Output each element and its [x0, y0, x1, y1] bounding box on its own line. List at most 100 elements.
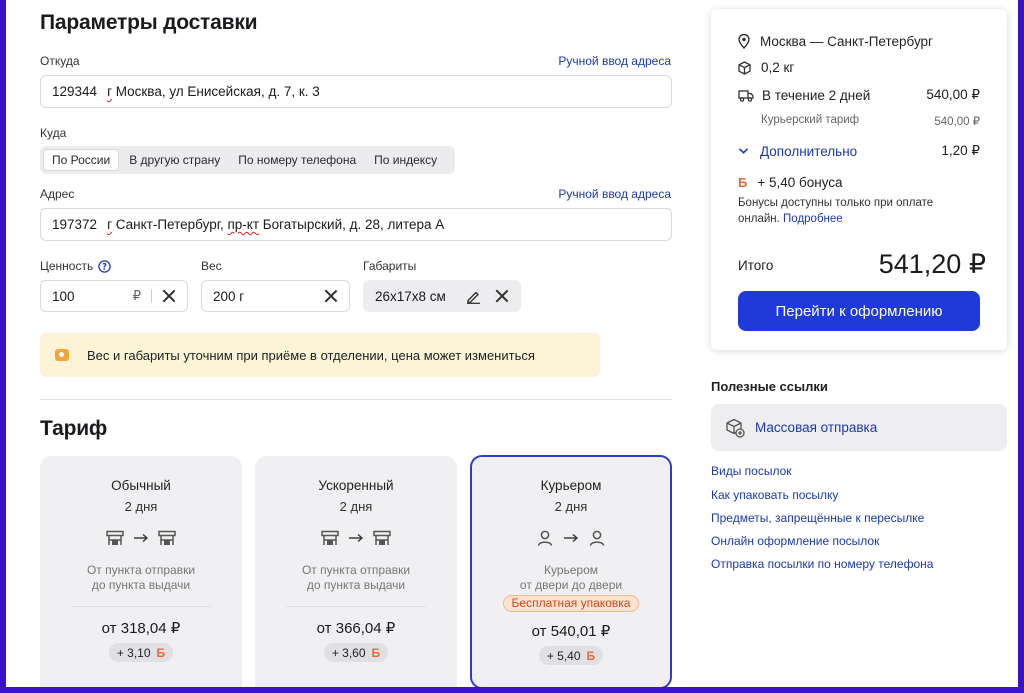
- box-plus-icon: [725, 418, 745, 438]
- tab-zip-code[interactable]: По индексу: [366, 149, 445, 171]
- summary-delivery-row: В течение 2 дней 540,00 ₽: [738, 87, 980, 103]
- summary-tariff-label: Курьерский тариф: [761, 114, 860, 126]
- mass-send-button[interactable]: Массовая отправка: [711, 404, 1007, 451]
- tariff-card-regular[interactable]: Обычный 2 дня От пункта отправки до пунк…: [40, 456, 242, 687]
- tariff-bonus-pill: + 5,40 Б: [538, 646, 604, 665]
- useful-links-title: Полезные ссылки: [711, 379, 828, 394]
- destination-type-tabs: По России В другую страну По номеру теле…: [40, 146, 455, 174]
- clear-weight-icon[interactable]: [324, 289, 338, 303]
- link-parcel-types[interactable]: Виды посылок: [711, 464, 792, 478]
- tariff-desc-line1: От пункта отправки: [301, 563, 411, 577]
- currency-symbol: ₽: [132, 288, 141, 303]
- from-label: Откуда: [40, 54, 80, 68]
- summary-bonus: + 5,40 бонуса: [757, 175, 843, 190]
- summary-weight-row: 0,2 кг: [738, 60, 794, 75]
- bonus-more-link[interactable]: Подробнее: [783, 213, 843, 225]
- order-summary: Москва — Санкт-Петербург 0,2 кг В течени…: [711, 9, 1007, 350]
- value-amount: 100: [52, 288, 75, 304]
- to-label: Куда: [40, 126, 67, 140]
- weight-label: Вес: [201, 259, 222, 273]
- to-house-prefix: д: [349, 217, 358, 232]
- from-zip: 129344: [52, 84, 98, 99]
- person-icon: [588, 529, 606, 547]
- tariff-route: [472, 528, 670, 548]
- tariff-bonus-pill: + 3,10 Б: [108, 643, 174, 662]
- post-office-icon: [158, 530, 176, 547]
- bonus-note-line2: онлайн.: [738, 213, 780, 225]
- bonus-icon: Б: [371, 645, 381, 660]
- clear-dimensions-icon[interactable]: [495, 289, 509, 303]
- tariff-title: Тариф: [40, 417, 108, 440]
- tariff-card-courier[interactable]: Курьером 2 дня Курьером от двери до двер…: [470, 455, 672, 687]
- coin-icon: [55, 349, 69, 361]
- summary-delivery-price: 540,00 ₽: [926, 87, 980, 102]
- link-send-by-phone[interactable]: Отправка посылки по номеру телефона: [711, 557, 933, 571]
- question-circle-icon[interactable]: ?: [98, 259, 111, 273]
- tariff-bonus: + 3,60: [331, 645, 366, 660]
- from-address-input[interactable]: 129344 г Москва, ул Енисейская, д. 7, к.…: [40, 75, 672, 108]
- truck-icon: [738, 89, 754, 102]
- bonus-icon: Б: [586, 648, 596, 663]
- checkout-button[interactable]: Перейти к оформлению: [738, 291, 980, 331]
- tariff-route: [255, 528, 457, 548]
- weight-input[interactable]: 200 г: [201, 280, 350, 312]
- post-office-icon: [106, 530, 124, 547]
- address-label: Адрес: [40, 187, 75, 201]
- tariff-desc-line2: до пункта выдачи: [306, 578, 406, 592]
- tariff-name: Ускоренный: [318, 478, 394, 493]
- to-street-prefix: пр-кт: [227, 217, 260, 232]
- to-manual-address-link[interactable]: Ручной ввод адреса: [558, 187, 671, 201]
- value-input[interactable]: 100 ₽: [40, 280, 188, 312]
- weight-notice-text: Вес и габариты уточним при приёме в отде…: [87, 347, 535, 363]
- location-pin-icon: [738, 34, 750, 49]
- summary-delivery: В течение 2 дней: [762, 87, 871, 103]
- summary-extra-label[interactable]: Дополнительно: [760, 144, 857, 159]
- tariff-sep: [286, 606, 426, 607]
- clear-value-icon[interactable]: [162, 289, 176, 303]
- summary-weight: 0,2 кг: [761, 60, 795, 75]
- value-label: Ценность: [40, 259, 94, 273]
- summary-tariff-row: Курьерский тариф 540,00 ₽: [761, 114, 980, 128]
- tariff-desc-line1: Курьером: [543, 563, 599, 577]
- person-icon: [536, 529, 554, 547]
- dimensions-label: Габариты: [363, 259, 417, 273]
- summary-extra-row[interactable]: Дополнительно 1,20 ₽: [738, 143, 980, 159]
- from-manual-address-link[interactable]: Ручной ввод адреса: [558, 54, 671, 68]
- summary-total-label: Итого: [738, 258, 774, 273]
- to-house: . 28, литера А: [357, 217, 445, 232]
- from-address-tail: . 7, к. 3: [276, 84, 320, 99]
- from-house-prefix: д: [268, 84, 277, 99]
- to-street: Богатырский,: [259, 217, 350, 232]
- tariff-days: 2 дня: [554, 499, 588, 514]
- tab-russia[interactable]: По России: [43, 149, 120, 171]
- to-address-input[interactable]: 197372 г Санкт-Петербург, пр-кт Богатырс…: [40, 208, 672, 241]
- tariff-days: 2 дня: [124, 499, 158, 514]
- input-divider: [151, 289, 152, 303]
- bonus-note-line1: Бонусы доступны только при оплате: [738, 197, 934, 209]
- summary-tariff-price: 540,00 ₽: [934, 116, 980, 128]
- link-prohibited-items[interactable]: Предметы, запрещённые к пересылке: [711, 511, 924, 525]
- summary-route: Москва — Санкт-Петербург: [760, 34, 933, 49]
- section-divider: [40, 399, 672, 400]
- arrow-right-icon: [563, 533, 579, 543]
- link-online-registration[interactable]: Онлайн оформление посылок: [711, 534, 879, 548]
- page-title: Параметры доставки: [40, 11, 258, 34]
- tariff-price: от 540,01 ₽: [531, 623, 611, 640]
- pencil-icon[interactable]: [466, 289, 481, 304]
- weight-amount: 200 г: [213, 288, 245, 304]
- summary-extra-price: 1,20 ₽: [941, 143, 980, 158]
- summary-bonus-row: Б + 5,40 бонуса: [738, 175, 843, 190]
- free-packaging-badge: Бесплатная упаковка: [502, 595, 640, 612]
- bonus-icon: Б: [738, 175, 748, 190]
- chevron-down-icon[interactable]: [738, 147, 749, 155]
- link-how-to-pack[interactable]: Как упаковать посылку: [711, 488, 838, 502]
- tariff-card-express[interactable]: Ускоренный 2 дня От пункта отправки до п…: [255, 456, 457, 687]
- dimensions-field[interactable]: 26x17x8 см: [363, 280, 521, 312]
- tariff-desc-line1: От пункта отправки: [86, 563, 196, 577]
- tab-other-country[interactable]: В другую страну: [121, 149, 228, 171]
- post-office-icon: [321, 530, 339, 547]
- svg-text:?: ?: [102, 262, 107, 272]
- tab-phone-number[interactable]: По номеру телефона: [230, 149, 364, 171]
- tariff-sep: [71, 606, 211, 607]
- tariff-name: Курьером: [540, 478, 602, 493]
